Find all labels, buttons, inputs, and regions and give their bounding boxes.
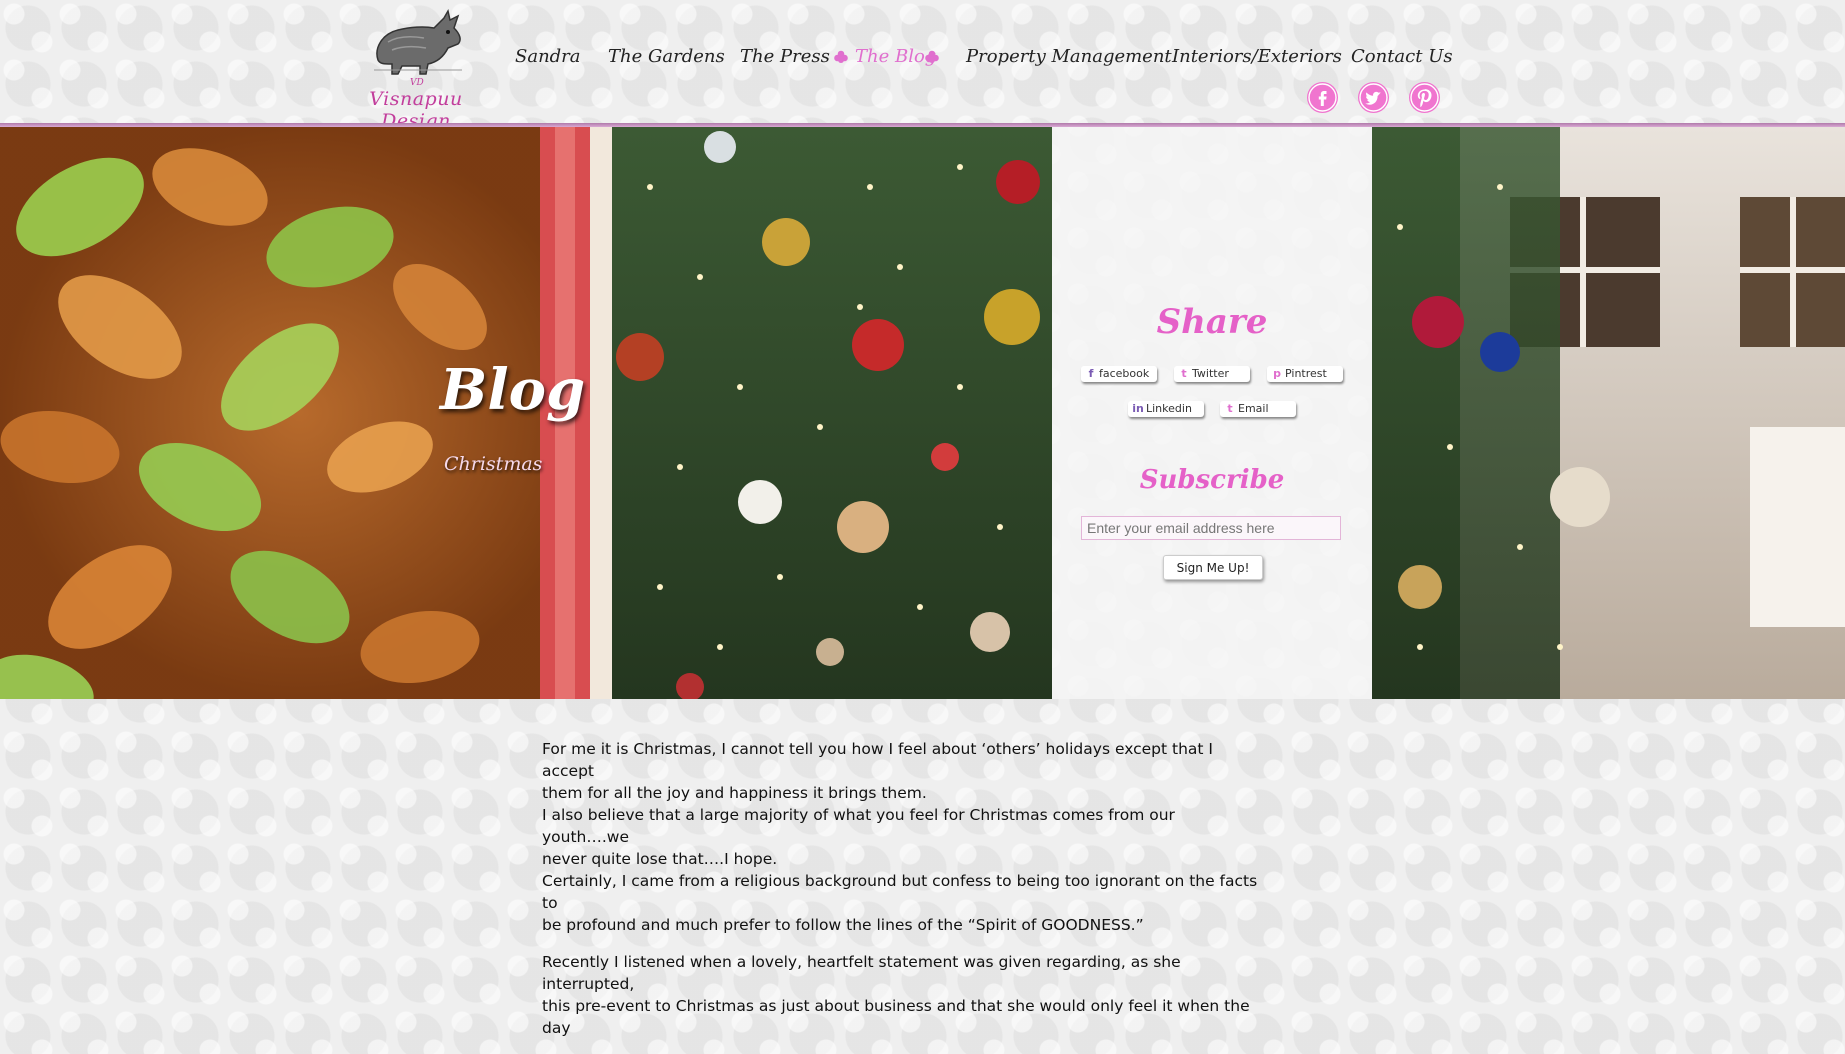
- facebook-icon: f: [1088, 367, 1094, 380]
- article-line: this pre-event to Christmas as just abou…: [542, 997, 1250, 1037]
- pinterest-icon: p: [1273, 367, 1281, 380]
- share-button-label: Twitter: [1192, 367, 1229, 380]
- share-twitter-button[interactable]: t Twitter: [1174, 366, 1250, 382]
- share-button-label: Linkedin: [1146, 402, 1192, 415]
- share-button-label: Pintrest: [1285, 367, 1327, 380]
- article-line: I also believe that a large majority of …: [542, 806, 1175, 846]
- share-email-button[interactable]: t Email: [1220, 401, 1296, 417]
- nav-item-the-gardens[interactable]: The Gardens: [608, 46, 725, 67]
- share-button-label: facebook: [1099, 367, 1150, 380]
- facebook-icon[interactable]: [1307, 82, 1338, 113]
- nav-item-interiors-exteriors[interactable]: Interiors/Exteriors: [1172, 46, 1342, 67]
- article-line: them for all the joy and happiness it br…: [542, 784, 927, 802]
- sign-me-up-button[interactable]: Sign Me Up!: [1163, 555, 1263, 580]
- article-line: For me it is Christmas, I cannot tell yo…: [542, 740, 1213, 780]
- share-heading: Share: [1156, 302, 1268, 342]
- article-line: be profound and much prefer to follow th…: [542, 916, 1144, 934]
- article-line: never quite lose that….I hope.: [542, 850, 778, 868]
- blog-article: For me it is Christmas, I cannot tell yo…: [542, 738, 1262, 1054]
- nav-item-the-press[interactable]: The Press: [740, 46, 830, 67]
- page-subtitle: Christmas: [444, 453, 543, 475]
- share-pinterest-button[interactable]: p Pintrest: [1267, 366, 1343, 382]
- flower-bullet-icon: [834, 50, 848, 63]
- article-line: Certainly, I came from a religious backg…: [542, 872, 1258, 912]
- share-subscribe-panel: Share f facebook t Twitter p Pintrest in Lin…: [1052, 127, 1372, 699]
- share-linkedin-button[interactable]: in Linkedin: [1128, 401, 1204, 417]
- christmas-photo: [0, 127, 1845, 699]
- twitter-icon[interactable]: [1358, 82, 1389, 113]
- share-facebook-button[interactable]: f facebook: [1081, 366, 1157, 382]
- email-field[interactable]: [1081, 516, 1341, 540]
- logo-monogram: VD: [410, 78, 424, 88]
- share-button-label: Email: [1238, 402, 1269, 415]
- page-title: Blog: [440, 357, 586, 423]
- linkedin-icon: in: [1132, 402, 1144, 415]
- email-icon: t: [1227, 402, 1233, 415]
- article-paragraph: For me it is Christmas, I cannot tell yo…: [542, 738, 1262, 936]
- nav-item-sandra[interactable]: Sandra: [515, 46, 581, 67]
- article-line: Recently I listened when a lovely, heart…: [542, 953, 1181, 993]
- twitter-icon: t: [1181, 367, 1187, 380]
- article-paragraph: Recently I listened when a lovely, heart…: [542, 951, 1262, 1039]
- subscribe-heading: Subscribe: [1139, 465, 1285, 495]
- flower-bullet-icon: [925, 50, 939, 63]
- site-header: VD Visnapuu Design Sandra The Gardens Th…: [0, 0, 1845, 132]
- main-nav: Sandra The Gardens The Press The Blog Pr…: [0, 46, 1845, 76]
- hero-banner: Blog Christmas Share f facebook t Twitter …: [0, 127, 1845, 699]
- nav-item-property-management[interactable]: Property Management: [966, 46, 1172, 67]
- pinterest-icon[interactable]: [1409, 82, 1440, 113]
- nav-item-contact-us[interactable]: Contact Us: [1351, 46, 1453, 67]
